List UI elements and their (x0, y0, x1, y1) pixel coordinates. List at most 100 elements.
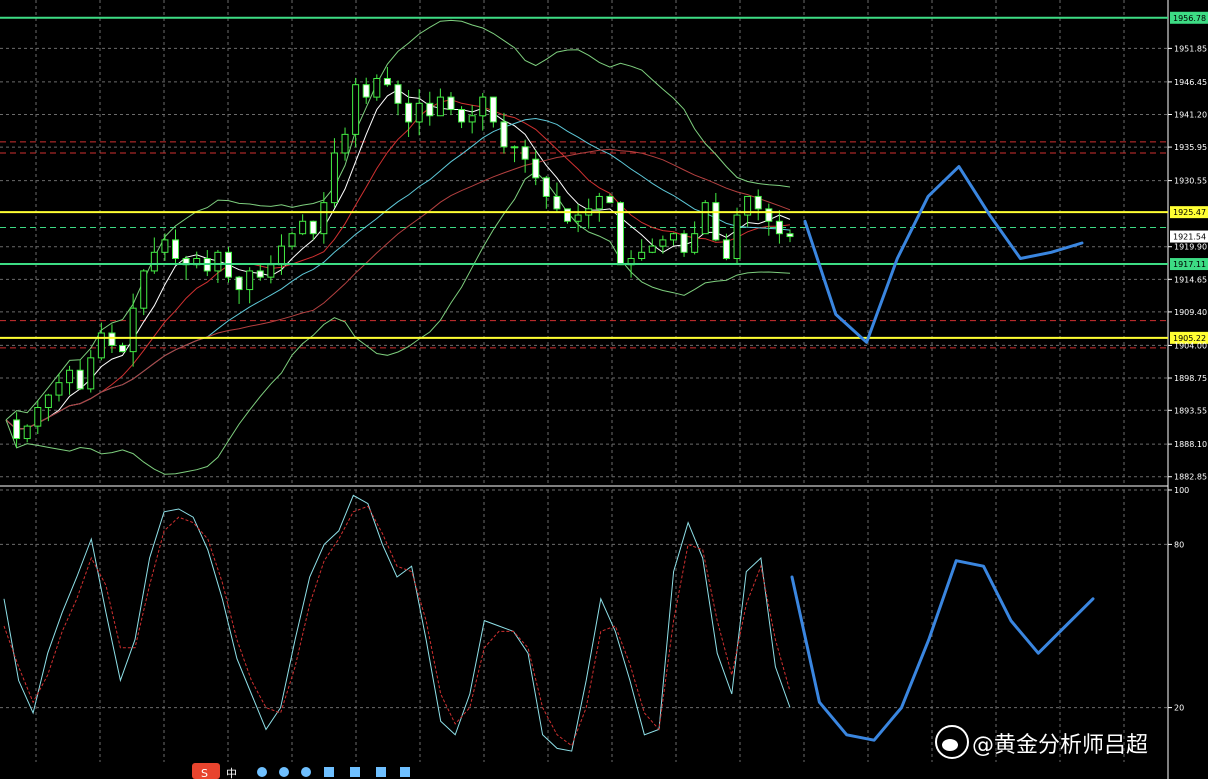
candle-up (669, 233, 677, 241)
level-price-label: 1956.78 (1173, 14, 1206, 23)
candle-up (595, 195, 603, 210)
candle-up (341, 133, 349, 154)
candle-up (44, 394, 52, 409)
taskbar: S 中 (0, 763, 420, 779)
candle-down (458, 109, 466, 123)
candle-up (66, 369, 74, 384)
ime-keyboard-icon[interactable] (324, 767, 334, 777)
candle-up (87, 357, 95, 390)
candle-down (426, 102, 434, 117)
candle-up (511, 146, 519, 149)
candle-up (246, 270, 254, 291)
candle-down (447, 96, 455, 111)
oscillator-tick-label: 100 (1174, 486, 1189, 495)
candle-down (394, 84, 402, 104)
candle-up (23, 425, 31, 440)
candle-down (235, 276, 243, 291)
trading-chart[interactable]: 1956.781925.471917.111905.22 1921.541951… (0, 0, 1208, 779)
candle-up (733, 214, 741, 260)
candle-up (214, 251, 222, 272)
ime-voice-icon[interactable] (301, 767, 311, 777)
candle-down (256, 270, 264, 278)
level-price-label: 1925.47 (1173, 208, 1206, 217)
price-tick-label: 1882.85 (1174, 473, 1207, 482)
candle-up (574, 214, 582, 222)
candle-down (754, 195, 762, 210)
ime-skin-icon[interactable] (350, 767, 360, 777)
candle-down (172, 239, 180, 260)
price-tick-label: 1893.55 (1174, 406, 1207, 415)
candle-up (55, 382, 63, 396)
candle-up (299, 220, 307, 235)
candle-down (532, 158, 540, 179)
candle-up (468, 115, 476, 123)
candle-up (373, 77, 381, 98)
candle-down (564, 208, 572, 222)
candle-up (277, 245, 285, 266)
candle-up (701, 202, 709, 235)
price-tick-label: 1941.20 (1174, 110, 1207, 119)
ime-tools-icon[interactable] (376, 767, 386, 777)
candle-down (765, 208, 773, 222)
oscillator-tick-label: 20 (1174, 704, 1184, 713)
current-price-label: 1921.54 (1173, 233, 1206, 242)
candle-down (76, 369, 84, 390)
price-tick-label: 1898.75 (1174, 374, 1207, 383)
candle-down (383, 77, 391, 86)
candle-up (34, 407, 42, 427)
ime-emoji-icon[interactable] (279, 767, 289, 777)
level-price-label: 1917.11 (1173, 260, 1206, 269)
candle-down (521, 146, 529, 160)
candle-up (267, 264, 275, 278)
candle-down (405, 102, 413, 123)
candle-up (288, 233, 296, 247)
price-tick-label: 1914.65 (1174, 275, 1207, 284)
candle-down (489, 96, 497, 123)
candle-down (108, 332, 116, 346)
candle-up (648, 245, 656, 253)
candle-up (330, 152, 338, 204)
candle-up (638, 251, 646, 260)
candle-up (97, 332, 105, 359)
candle-down (680, 233, 688, 253)
candle-up (436, 96, 444, 117)
candle-down (362, 84, 370, 98)
candle-up (150, 251, 158, 272)
price-tick-label: 1946.45 (1174, 78, 1207, 87)
candle-down (13, 419, 21, 440)
candle-up (691, 233, 699, 253)
candle-up (161, 239, 169, 253)
weibo-eye-icon (942, 739, 958, 751)
price-tick-label: 1951.85 (1174, 44, 1207, 53)
candle-down (500, 121, 508, 148)
ime-language-label[interactable]: 中 (226, 767, 237, 779)
candle-up (129, 307, 137, 353)
candle-up (352, 84, 360, 135)
candle-down (553, 195, 561, 210)
price-tick-label: 1919.90 (1174, 243, 1207, 252)
input-method-logo-letter: S (201, 767, 208, 779)
candle-down (606, 195, 614, 204)
oscillator-tick-label: 80 (1174, 540, 1184, 549)
price-tick-label: 1904.00 (1174, 341, 1207, 350)
price-tick-label: 1909.40 (1174, 308, 1207, 317)
price-tick-label: 1935.95 (1174, 143, 1207, 152)
candle-down (712, 202, 720, 241)
price-tick-label: 1888.10 (1174, 440, 1207, 449)
candle-up (415, 102, 423, 123)
candle-down (786, 233, 794, 238)
candle-down (309, 220, 317, 235)
candle-up (479, 96, 487, 117)
candle-down (775, 220, 783, 235)
candle-down (722, 239, 730, 260)
candle-up (140, 270, 148, 309)
chart-background (0, 0, 1208, 779)
candle-up (320, 202, 328, 235)
candle-down (542, 177, 550, 197)
ime-menu-icon[interactable] (400, 767, 410, 777)
watermark-text: @黄金分析师吕超 (972, 733, 1148, 758)
candle-down (119, 344, 127, 353)
ime-moon-icon[interactable] (257, 767, 267, 777)
candle-up (659, 239, 667, 247)
price-tick-label: 1930.55 (1174, 177, 1207, 186)
